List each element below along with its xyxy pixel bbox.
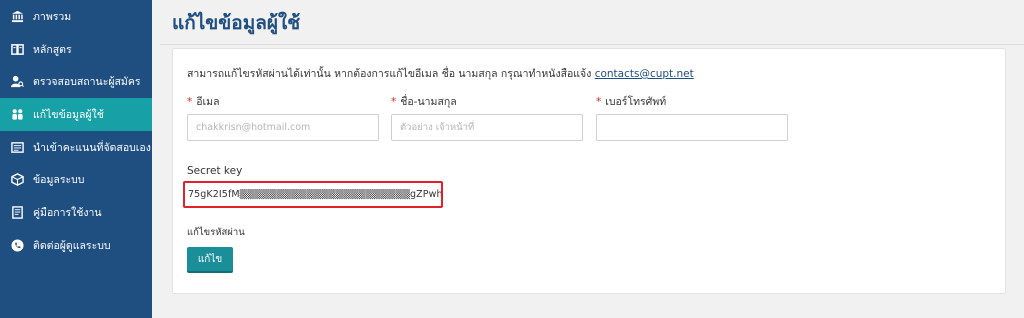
required-mark: * [187, 96, 193, 108]
sidebar-item-label: คู่มือการใช้งาน [33, 206, 102, 219]
sidebar-item-label: หลักสูตร [33, 43, 72, 56]
sidebar-item-label: แก้ไขข้อมูลผู้ใช้ [33, 108, 104, 121]
main-content: แก้ไขข้อมูลผู้ใช้ สามารถแก้ไขรหัสผ่านได้… [152, 0, 1024, 318]
sidebar-item-label: ตรวจสอบสถานะผู้สมัคร [33, 76, 141, 89]
change-password-label: แก้ไขรหัสผ่าน [187, 227, 245, 238]
sidebar-item-label: ติดต่อผู้ดูแลระบบ [33, 239, 111, 252]
cube-icon [10, 173, 24, 187]
secret-key-value: 75gK2I5fM▒▒▒▒▒▒▒▒▒▒▒▒▒▒▒▒▒▒▒▒▒▒▒gZPwhHbV… [188, 189, 441, 200]
sidebar-item-overview[interactable]: ภาพรวม [0, 0, 152, 33]
edit-user-card: สามารถแก้ไขรหัสผ่านได้เท่านั้น หากต้องกา… [172, 48, 1006, 294]
email-label: * อีเมล [187, 96, 220, 108]
sidebar-item-contact-admin[interactable]: ติดต่อผู้ดูแลระบบ [0, 229, 152, 262]
sidebar-item-label: นำเข้าคะแนนที่จัดสอบเอง [33, 141, 151, 154]
required-mark: * [391, 96, 397, 108]
secret-key-box[interactable]: 75gK2I5fM▒▒▒▒▒▒▒▒▒▒▒▒▒▒▒▒▒▒▒▒▒▒▒gZPwhHbV… [183, 181, 443, 208]
name-field-group: * ชื่อ-นามสกุล [391, 93, 583, 141]
book-icon [10, 42, 24, 56]
sidebar-item-courses[interactable]: หลักสูตร [0, 33, 152, 66]
phone-label: * เบอร์โทรศัพท์ [596, 96, 667, 108]
bank-icon [10, 9, 24, 23]
secret-key-label: Secret key [187, 165, 243, 177]
manual-icon [10, 205, 24, 219]
email-field-group: * อีเมล [187, 93, 379, 141]
intro-message: สามารถแก้ไขรหัสผ่านได้เท่านั้น หากต้องกา… [187, 68, 592, 80]
sidebar: ภาพรวม หลักสูตร ตรวจสอบสถานะผู้สมัคร แก้… [0, 0, 152, 318]
sidebar-item-edit-user[interactable]: แก้ไขข้อมูลผู้ใช้ [0, 98, 152, 131]
required-mark: * [596, 96, 602, 108]
phone-icon [10, 238, 24, 252]
sidebar-item-system-info[interactable]: ข้อมูลระบบ [0, 163, 152, 196]
phone-field[interactable] [596, 114, 788, 141]
sidebar-item-check-status[interactable]: ตรวจสอบสถานะผู้สมัคร [0, 65, 152, 98]
user-search-icon [10, 75, 24, 89]
email-field[interactable] [187, 114, 379, 141]
name-label: * ชื่อ-นามสกุล [391, 96, 457, 108]
list-icon [10, 140, 24, 154]
sidebar-item-manual[interactable]: คู่มือการใช้งาน [0, 196, 152, 229]
title-divider [160, 44, 1024, 45]
phone-field-group: * เบอร์โทรศัพท์ [596, 93, 788, 141]
contact-email-link[interactable]: contacts@cupt.net [595, 68, 694, 80]
users-icon [10, 107, 24, 121]
edit-button[interactable]: แก้ไข [187, 247, 233, 273]
sidebar-item-import-scores[interactable]: นำเข้าคะแนนที่จัดสอบเอง [0, 131, 152, 164]
page-title: แก้ไขข้อมูลผู้ใช้ [172, 12, 301, 34]
name-field[interactable] [391, 114, 583, 141]
sidebar-item-label: ข้อมูลระบบ [33, 174, 85, 187]
sidebar-item-label: ภาพรวม [33, 10, 72, 23]
intro-text: สามารถแก้ไขรหัสผ่านได้เท่านั้น หากต้องกา… [187, 65, 694, 82]
